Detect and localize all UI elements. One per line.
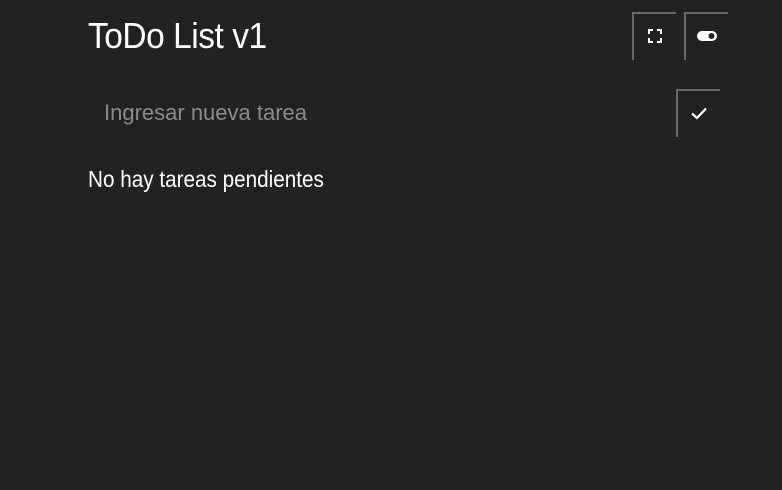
toggle-icon [696,30,718,45]
fullscreen-icon [647,28,663,47]
empty-tasks-message: No hay tareas pendientes [88,166,324,192]
page-title: ToDo List v1 [88,15,267,56]
check-icon [689,105,709,124]
fullscreen-button[interactable] [632,12,676,60]
todo-app: ToDo List v1 No hay tareas pendientes [0,0,782,490]
add-task-button[interactable] [676,89,720,137]
new-task-input[interactable] [88,92,658,134]
theme-toggle-button[interactable] [684,12,728,60]
